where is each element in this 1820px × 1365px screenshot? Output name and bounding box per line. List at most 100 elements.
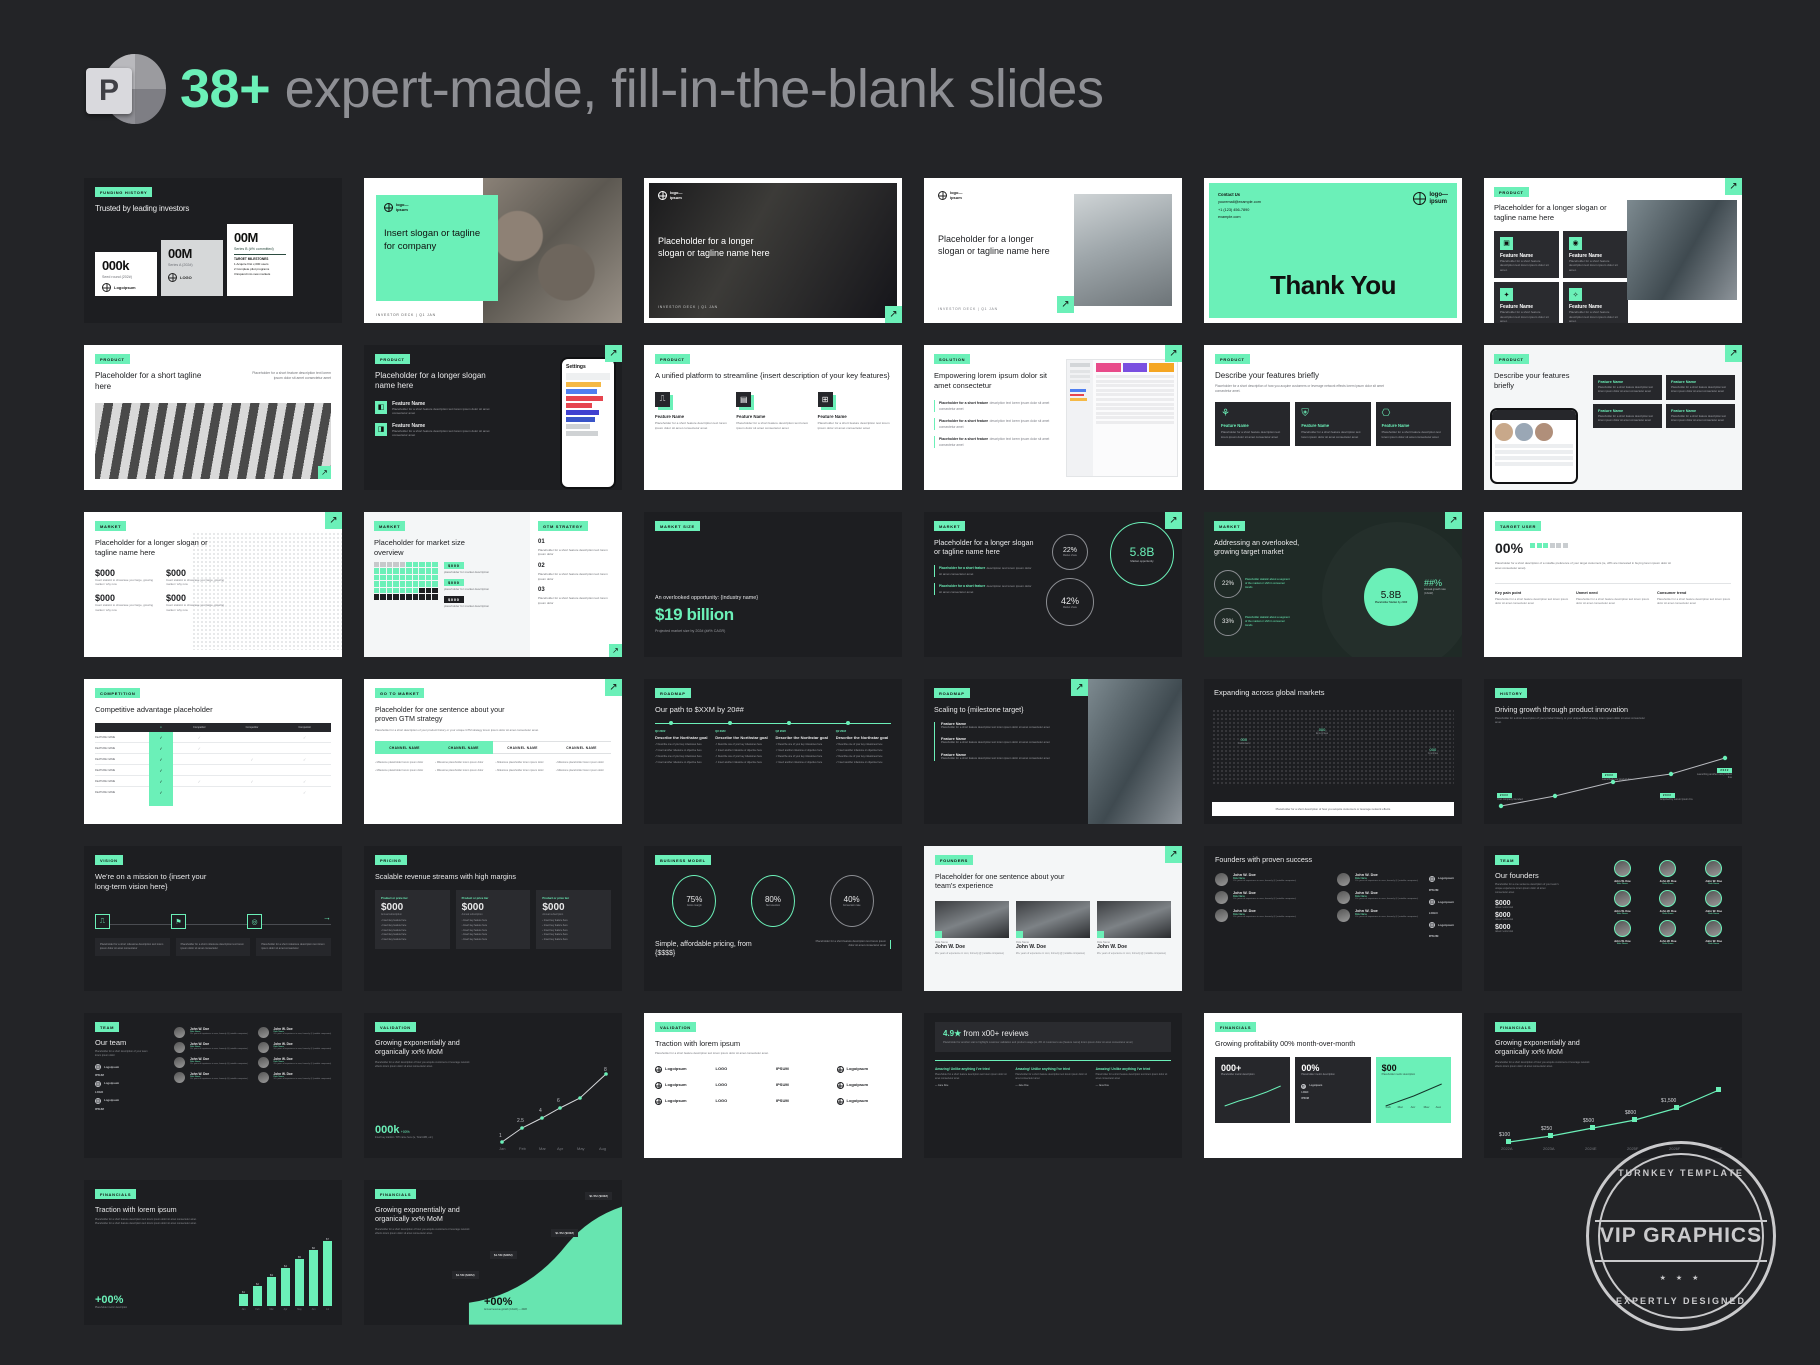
ring-label: Conversion rate: [842, 904, 861, 907]
globe-icon: [95, 1064, 101, 1070]
metric-label: Placeholder metric description: [1221, 1073, 1255, 1076]
slide-profitability[interactable]: FINANCIALS Growing profitability 00% mon…: [1204, 1013, 1462, 1158]
slide-pricing[interactable]: PRICING Scalable revenue streams with hi…: [364, 846, 622, 991]
svg-text:2.5: 2.5: [517, 1118, 524, 1124]
stat-item: $000 Insert statistic to showcase your la…: [166, 593, 227, 612]
feature-desc: Placeholder for a short feature descript…: [817, 420, 890, 430]
slide-cover-slogan[interactable]: logo— ipsum Insert slogan or tagline for …: [364, 178, 622, 323]
slide-global-markets[interactable]: Expanding across global markets 000 Custo…: [1204, 679, 1462, 824]
expand-arrow-icon[interactable]: ↗: [1165, 345, 1182, 362]
feature-name: Feature Name: [655, 413, 685, 419]
slide-kicker: An overlooked opportunity: {industry nam…: [655, 595, 759, 601]
globe-icon: [1428, 922, 1435, 929]
bullet-item: Placeholder for a short feature descript…: [934, 564, 1034, 577]
slide-roadmap-path[interactable]: ROADMAP Our path to $XXM by 20## Q# 20##…: [644, 679, 902, 824]
slide-vision[interactable]: VISION We're on a mission to {insert you…: [84, 846, 342, 991]
globe-icon: [658, 191, 667, 200]
slide-our-founders[interactable]: TEAM Our founders Placeholder for a one …: [1484, 846, 1742, 991]
feature-icon: ▣: [1500, 236, 1513, 250]
slide-describe-features-mobile[interactable]: PRODUCT Describe your features briefly F…: [1484, 345, 1742, 490]
point-label: Launched new product line: [1602, 778, 1632, 782]
avatar: [1705, 920, 1723, 937]
slide-title: Growing profitability 00% month-over-mon…: [1215, 1039, 1356, 1048]
slide-competition[interactable]: COMPETITION Competitive advantage placeh…: [84, 679, 342, 824]
legend-value: $000: [444, 579, 464, 586]
slide-roadmap-scaling[interactable]: ROADMAP Scaling to {milestone target} Fe…: [924, 679, 1182, 824]
feature-name: Feature Name: [1598, 408, 1624, 413]
svg-text:2023A: 2023A: [1543, 1146, 1555, 1150]
slide-title: Insert slogan or tagline for company: [384, 228, 481, 252]
step-text: Placeholder for a short feature descript…: [538, 547, 608, 557]
slide-title: Driving growth through product innovatio…: [1495, 705, 1629, 714]
slide-traction-lorem[interactable]: VALIDATION Traction with lorem ipsum Pla…: [644, 1013, 902, 1158]
column-heading: Unmet need: [1576, 590, 1598, 595]
svg-text:8: 8: [604, 1067, 607, 1073]
expand-arrow-icon[interactable]: ↗: [318, 466, 331, 479]
logo-item: IPSUM: [776, 1082, 789, 1088]
logo-item: Logoipsum: [655, 1098, 710, 1105]
pricing-card: Product or price tier $000 Annual subscr…: [375, 890, 450, 950]
person-bio: #0+ years of experience in xxxx, formerl…: [190, 1063, 248, 1065]
slide-product-crowd[interactable]: PRODUCT Placeholder for a short tagline …: [84, 345, 342, 490]
channel-label: CHANNEL NAME: [434, 741, 493, 755]
slide-market-map[interactable]: MARKET Placeholder for a longer slogan o…: [84, 512, 342, 657]
slide-market-size-overview[interactable]: MARKET Placeholder for market size overv…: [364, 512, 622, 657]
slide-product-mobile[interactable]: PRODUCT Placeholder for a longer slogan …: [364, 345, 622, 490]
svg-text:6: 6: [557, 1098, 560, 1104]
slide-market-rings[interactable]: MARKET Placeholder for a longer slogan o…: [924, 512, 1182, 657]
slide-market-size-19b[interactable]: MARKET SIZE An overlooked opportunity: {…: [644, 512, 902, 657]
slide-reviews[interactable]: 4.9★ from x00+ reviews Placeholder for a…: [924, 1013, 1182, 1158]
stat-ring: 22%: [1214, 570, 1242, 598]
slide-founders-proven[interactable]: Founders with proven success John W. Doe…: [1204, 846, 1462, 991]
slide-target-market-overlooked[interactable]: MARKET Addressing an overlooked, growing…: [1204, 512, 1462, 657]
expand-arrow-icon[interactable]: ↗: [1165, 846, 1182, 863]
ring-label: Net retention: [765, 904, 781, 907]
slide-cover-light-desk[interactable]: logo— ipsum Placeholder for a longer slog…: [924, 178, 1182, 323]
slide-traction-bars[interactable]: FINANCIALS Traction with lorem ipsum Pla…: [84, 1180, 342, 1325]
expand-arrow-icon[interactable]: ↗: [605, 345, 622, 362]
column-text: Placeholder for a short feature descript…: [1657, 596, 1731, 606]
slide-cover-dark-laptop[interactable]: logo— ipsum Placeholder for a longer slog…: [644, 178, 902, 323]
expand-arrow-icon[interactable]: ↗: [1057, 296, 1074, 313]
person-card: John W. Doe Role Name: [1602, 860, 1643, 885]
slide-unified-platform[interactable]: PRODUCT A unified platform to streamline…: [644, 345, 902, 490]
slide-solution-dashboard[interactable]: SOLUTION Empowering lorem ipsum dolor si…: [924, 345, 1182, 490]
contact-website[interactable]: example.com: [1218, 214, 1261, 222]
slide-our-team[interactable]: TEAM Our team Placeholder for a short de…: [84, 1013, 342, 1158]
slide-financials-growth[interactable]: FINANCIALS Growing exponentially and org…: [1484, 1013, 1742, 1158]
slide-funding-history[interactable]: FUNDING HISTORY Trusted by leading inves…: [84, 178, 342, 323]
expand-arrow-icon[interactable]: ↗: [325, 512, 342, 529]
contact-email[interactable]: youremail@example.com: [1218, 199, 1261, 207]
slide-describe-features[interactable]: PRODUCT Describe your features briefly P…: [1204, 345, 1462, 490]
feature-card: Feature Name Placeholder for a short fea…: [1666, 375, 1735, 400]
feature-card: Feature Name Placeholder for a short fea…: [1666, 403, 1735, 429]
step-text: Placeholder for a short feature descript…: [538, 595, 608, 605]
slide-founders[interactable]: FOUNDERS Placeholder for one sentence ab…: [924, 846, 1182, 991]
slide-tag: PRICING: [375, 855, 407, 865]
expand-arrow-icon[interactable]: ↗: [1725, 345, 1742, 362]
logo-item: Logoipsum: [836, 1098, 892, 1105]
expand-arrow-icon[interactable]: ↗: [1165, 512, 1182, 529]
slide-product-cover[interactable]: PRODUCT Placeholder for a longer slogan …: [1484, 178, 1742, 323]
expand-arrow-icon[interactable]: ↗: [1725, 178, 1742, 195]
channel-bullets: › Milestone placeholder lorem ipsum dolo…: [555, 761, 604, 773]
slide-business-model[interactable]: BUSINESS MODEL 75% Gross margin 80% Net re…: [644, 846, 902, 991]
slide-area-growth[interactable]: FINANCIALS Growing exponentially and org…: [364, 1180, 622, 1325]
expand-arrow-icon[interactable]: ↗: [1071, 679, 1088, 696]
contact-phone[interactable]: +1 (123) 456-7890: [1218, 207, 1261, 215]
slide-validation-growth[interactable]: VALIDATION Growing exponentially and org…: [364, 1013, 622, 1158]
expand-arrow-icon[interactable]: ↗: [1445, 512, 1462, 529]
point-label: Acquired by Lorem Ipsum Co.: [1660, 798, 1694, 802]
globe-icon: [836, 1066, 844, 1073]
logo-item: IPSUM: [95, 1106, 104, 1111]
stat-item: $000 Insert statistic to showcase your la…: [95, 568, 156, 587]
slide-product-innovation[interactable]: HISTORY Driving growth through product i…: [1484, 679, 1742, 824]
slide-target-user[interactable]: TARGET USER 00% Placeholder for a short …: [1484, 512, 1742, 657]
slide-gtm-strategy[interactable]: GO TO MARKET Placeholder for one sentenc…: [364, 679, 622, 824]
svg-text:1: 1: [499, 1133, 502, 1139]
expand-arrow-icon[interactable]: ↗: [605, 679, 622, 696]
expand-arrow-icon[interactable]: ↗: [609, 644, 622, 657]
expand-arrow-icon[interactable]: ↗: [885, 306, 902, 323]
slide-thank-you[interactable]: Contact Us youremail@example.com +1 (123…: [1204, 178, 1462, 323]
plan-price: $000: [381, 902, 404, 913]
